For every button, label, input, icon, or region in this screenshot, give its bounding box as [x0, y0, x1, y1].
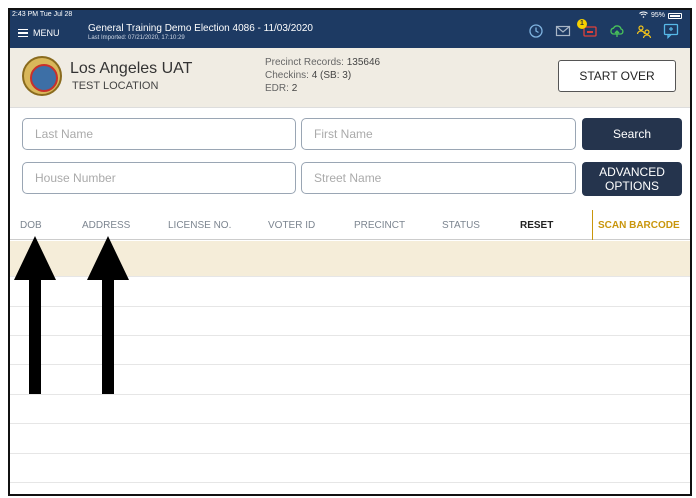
scan-divider — [592, 210, 593, 240]
col-license[interactable]: LICENSE NO. — [168, 220, 231, 231]
last-name-input[interactable]: Last Name — [22, 118, 296, 150]
location-name: Los Angeles UAT — [70, 60, 193, 77]
top-bar: 2:43 PM Tue Jul 28 95% MENU General Trai… — [10, 10, 690, 48]
edr-label: EDR: — [265, 83, 289, 94]
row-divider — [10, 453, 690, 454]
edr-value: 2 — [291, 83, 298, 94]
street-name-input[interactable]: Street Name — [301, 162, 576, 194]
battery-status: 95% — [639, 11, 682, 20]
election-title: General Training Demo Election 4086 - 11… — [88, 23, 313, 34]
precinct-records-value: 135646 — [346, 57, 381, 68]
advanced-label-line1: ADVANCED — [599, 165, 665, 179]
menu-label: MENU — [33, 28, 60, 38]
wifi-icon — [639, 11, 648, 20]
row-divider — [10, 423, 690, 424]
menu-button[interactable]: MENU — [18, 28, 60, 38]
start-over-button[interactable]: START OVER — [558, 60, 676, 92]
cloud-upload-icon[interactable] — [608, 22, 626, 40]
search-button[interactable]: Search — [582, 118, 682, 150]
history-icon[interactable] — [527, 22, 545, 40]
location-subtitle: TEST LOCATION — [72, 80, 159, 92]
notification-badge: 1 — [577, 19, 587, 29]
col-status[interactable]: STATUS — [442, 220, 480, 231]
last-imported: Last Imported: 07/21/2020, 17:10:29 — [88, 35, 185, 41]
status-time: 2:43 PM Tue Jul 28 — [12, 11, 73, 18]
precinct-records-label: Precinct Records: — [265, 57, 344, 68]
battery-percent: 95% — [650, 12, 665, 19]
top-icon-group: 1 — [527, 19, 680, 40]
col-dob[interactable]: DOB — [20, 220, 42, 231]
county-seal-icon — [22, 56, 62, 96]
annotation-arrow-up-icon — [14, 236, 56, 394]
col-precinct[interactable]: PRECINCT — [354, 220, 405, 231]
hamburger-icon — [18, 29, 28, 37]
row-divider — [10, 482, 690, 483]
house-number-input[interactable]: House Number — [22, 162, 296, 194]
mail-icon[interactable] — [554, 22, 572, 40]
chat-icon[interactable] — [662, 22, 680, 40]
app-window: 2:43 PM Tue Jul 28 95% MENU General Trai… — [8, 8, 692, 496]
reset-button[interactable]: RESET — [520, 220, 553, 231]
battery-icon — [668, 12, 682, 19]
col-address[interactable]: ADDRESS — [82, 220, 130, 231]
scan-barcode-button[interactable]: SCAN BARCODE — [598, 220, 680, 231]
precinct-counts: Precinct Records: 135646 Checkins: 4 (SB… — [265, 56, 380, 95]
advanced-options-button[interactable]: ADVANCED OPTIONS — [582, 162, 682, 196]
checkins-label: Checkins: — [265, 70, 309, 81]
col-voter-id[interactable]: VOTER ID — [268, 220, 315, 231]
location-header: Los Angeles UAT TEST LOCATION Precinct R… — [10, 48, 690, 108]
annotation-arrow-up-icon — [87, 236, 129, 394]
advanced-label-line2: OPTIONS — [604, 179, 659, 193]
users-icon[interactable] — [635, 22, 653, 40]
first-name-input[interactable]: First Name — [301, 118, 576, 150]
checkins-value: 4 (SB: 3) — [311, 70, 352, 81]
cartridge-icon[interactable]: 1 — [577, 19, 599, 40]
